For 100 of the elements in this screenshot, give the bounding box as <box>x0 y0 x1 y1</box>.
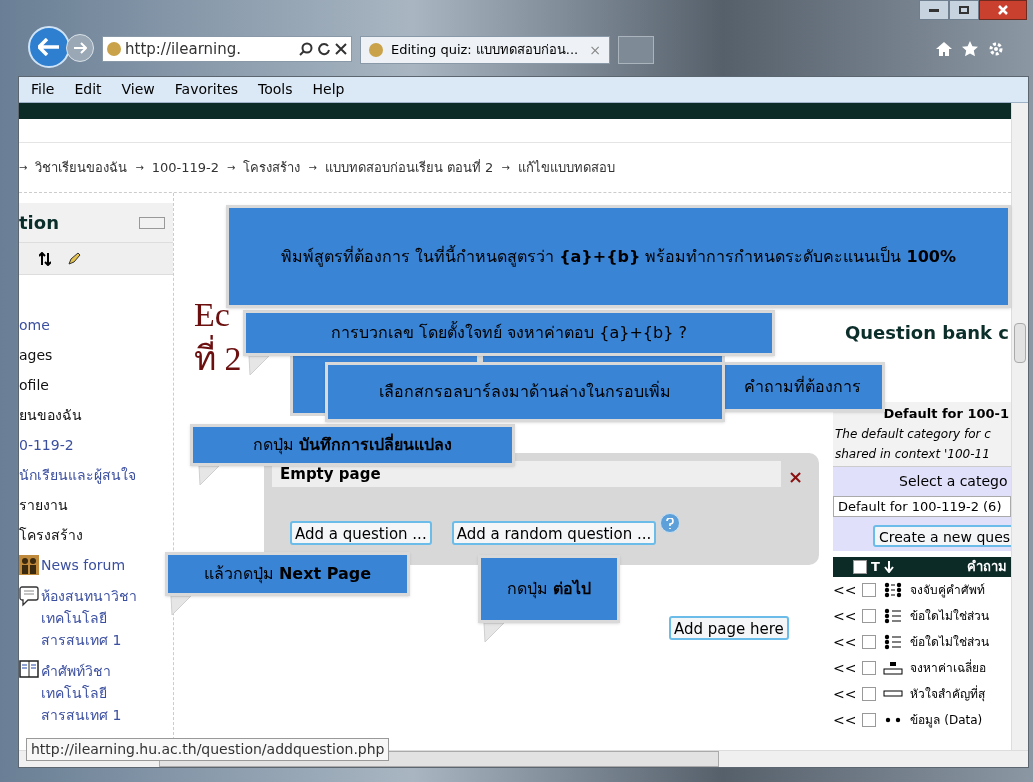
panel-title: Question bank c <box>844 321 1010 345</box>
add-to-quiz-button[interactable]: << <box>833 657 857 679</box>
close-button[interactable] <box>979 0 1027 20</box>
matching-icon <box>884 582 903 598</box>
question-name: ข้อใดไม่ใช่ส่วน <box>910 608 990 625</box>
close-icon[interactable] <box>335 43 347 55</box>
category-name: Default for 100-1 <box>882 405 1009 423</box>
breadcrumb-link[interactable]: 100-119-2 <box>151 157 220 178</box>
vertical-scrollbar[interactable] <box>1011 103 1028 750</box>
breadcrumb-separator: → <box>501 161 510 175</box>
left-arrow-icon <box>38 38 60 56</box>
question-checkbox[interactable] <box>862 583 877 597</box>
question-checkbox[interactable] <box>862 687 877 701</box>
sidebar-item[interactable]: ages <box>19 345 53 366</box>
site-icon <box>369 43 383 57</box>
list-icon <box>884 608 903 624</box>
block-controls-icon[interactable] <box>139 216 165 229</box>
callout-bubble: กดปุ่ม บันทึกการเปลี่ยนแปลง <box>190 424 515 466</box>
sidebar-link[interactable]: นักเรียนและผู้สนใจ <box>19 465 136 486</box>
breadcrumb-separator: → <box>227 161 236 175</box>
question-column-header[interactable]: คำถาม <box>967 557 1011 577</box>
question-name: ข้อมูล (Data) <box>910 712 983 729</box>
move-arrows-icon[interactable] <box>39 251 51 266</box>
minimize-button[interactable] <box>919 0 949 20</box>
numeric-field-icon <box>883 660 904 676</box>
search-icon[interactable] <box>299 42 313 56</box>
right-arrow-icon <box>73 42 87 54</box>
callout-pointer <box>248 356 270 376</box>
text-field-icon <box>883 690 904 698</box>
question-checkbox[interactable] <box>862 713 877 727</box>
page-heading: ที่ 2 <box>194 337 242 381</box>
people-icon <box>19 555 39 575</box>
callout-bubble: การบวกเลข โดยตั้งใจทย์ จงหาค่าตอบ {a}+{b} ? <box>243 310 775 356</box>
add-question-button[interactable]: Add a question ... <box>290 521 432 545</box>
question-checkbox[interactable] <box>862 609 877 623</box>
site-icon <box>107 42 121 56</box>
address-field[interactable]: http://ilearning. <box>102 36 352 62</box>
menu-item[interactable]: Help <box>312 79 345 100</box>
help-icon[interactable] <box>660 513 681 533</box>
down-arrow-icon[interactable] <box>883 561 894 573</box>
forward-button[interactable] <box>66 34 94 62</box>
add-to-quiz-button[interactable]: << <box>833 631 857 653</box>
menu-item[interactable]: Tools <box>258 79 293 100</box>
sidebar-link[interactable]: คำศัพท์วิชา เทคโนโลยี สารสนเทศ 1 <box>41 660 151 726</box>
list-icon <box>884 634 903 650</box>
settings-icon[interactable] <box>987 40 1005 58</box>
block-title: tion <box>19 211 59 235</box>
breadcrumb-separator: → <box>308 161 317 175</box>
sidebar-item[interactable]: รายงาน <box>19 495 68 516</box>
select-all-checkbox[interactable] <box>853 560 867 574</box>
add-to-quiz-button[interactable]: << <box>833 605 857 627</box>
callout-pointer <box>483 623 505 643</box>
edit-icon[interactable] <box>67 251 81 266</box>
star-icon[interactable] <box>961 40 979 58</box>
breadcrumb-link[interactable]: แก้ไขแบบทดสอบ <box>517 157 615 178</box>
question-name: หัวใจสำคัญที่สุ <box>910 685 986 703</box>
category-select[interactable]: Default for 100-119-2 (6) <box>833 495 1011 517</box>
sidebar-link[interactable]: ome <box>19 315 50 336</box>
remove-page-button[interactable]: × <box>787 463 803 490</box>
menu-item[interactable]: Edit <box>74 79 102 100</box>
page-title: Empty page <box>280 463 381 485</box>
question-checkbox[interactable] <box>862 635 877 649</box>
dots-icon <box>884 717 903 723</box>
address-text: http://ilearning. <box>125 38 242 60</box>
question-checkbox[interactable] <box>862 661 877 675</box>
sidebar-item[interactable]: ยนของฉัน <box>19 405 82 426</box>
sidebar-item[interactable]: ofile <box>19 375 49 396</box>
breadcrumb-link[interactable]: แบบทดสอบก่อนเรียน ตอนที่ 2 <box>324 157 494 178</box>
callout-bubble: พิมพ์สูตรที่ต้องการ ในที่นี้กำหนดสูตรว่า {a}+{b} พร้อมทำการกำหนดระดับคะแนนเป็น 100% <box>226 205 1011 308</box>
question-name: ข้อใดไม่ใช่ส่วน <box>910 634 990 651</box>
add-to-quiz-button[interactable]: << <box>833 683 857 705</box>
sidebar-link[interactable]: 0-119-2 <box>19 435 74 456</box>
browser-tab[interactable]: Editing quiz: แบบทดสอบก่อน... × <box>360 36 610 64</box>
callout-bubble: แล้วกดปุ่ม Next Page <box>165 552 410 596</box>
question-name: จงหาค่าเฉลี่ยอ <box>910 659 987 677</box>
sidebar-item[interactable]: โครงสร้าง <box>19 525 83 546</box>
back-button[interactable] <box>28 26 70 68</box>
sidebar-link[interactable]: ห้องสนทนาวิชา เทคโนโลยี สารสนเทศ 1 <box>41 585 151 651</box>
tab-title: Editing quiz: แบบทดสอบก่อน... <box>391 41 579 60</box>
menu-item[interactable]: File <box>31 79 55 100</box>
question-name: จงจับคู่คำศัพท์ <box>910 582 986 599</box>
category-description: The default category for c shared in context '100-11 <box>835 425 992 463</box>
add-to-quiz-button[interactable]: << <box>833 579 857 601</box>
scroll-thumb[interactable] <box>1014 323 1026 363</box>
refresh-icon[interactable] <box>317 42 331 56</box>
menu-item[interactable]: View <box>121 79 155 100</box>
add-to-quiz-button[interactable]: << <box>833 709 857 731</box>
sidebar-link[interactable]: News forum <box>41 555 126 576</box>
add-page-button[interactable]: Add page here <box>669 616 789 640</box>
breadcrumb-link[interactable]: โครงสร้าง <box>243 157 301 178</box>
create-question-button[interactable]: Create a new ques <box>873 525 1011 547</box>
menu-item[interactable]: Favorites <box>174 79 239 100</box>
maximize-button[interactable] <box>949 0 979 20</box>
type-column-header[interactable]: T <box>871 557 880 577</box>
breadcrumb-separator: → <box>19 161 28 175</box>
breadcrumb-separator: → <box>135 161 144 175</box>
breadcrumb-link[interactable]: วิชาเรียนของฉัน <box>35 157 128 178</box>
home-icon[interactable] <box>935 40 953 58</box>
callout-bubble: กดปุ่ม ต่อไป <box>478 555 620 623</box>
add-question-button[interactable]: Add a random question ... <box>451 521 657 545</box>
